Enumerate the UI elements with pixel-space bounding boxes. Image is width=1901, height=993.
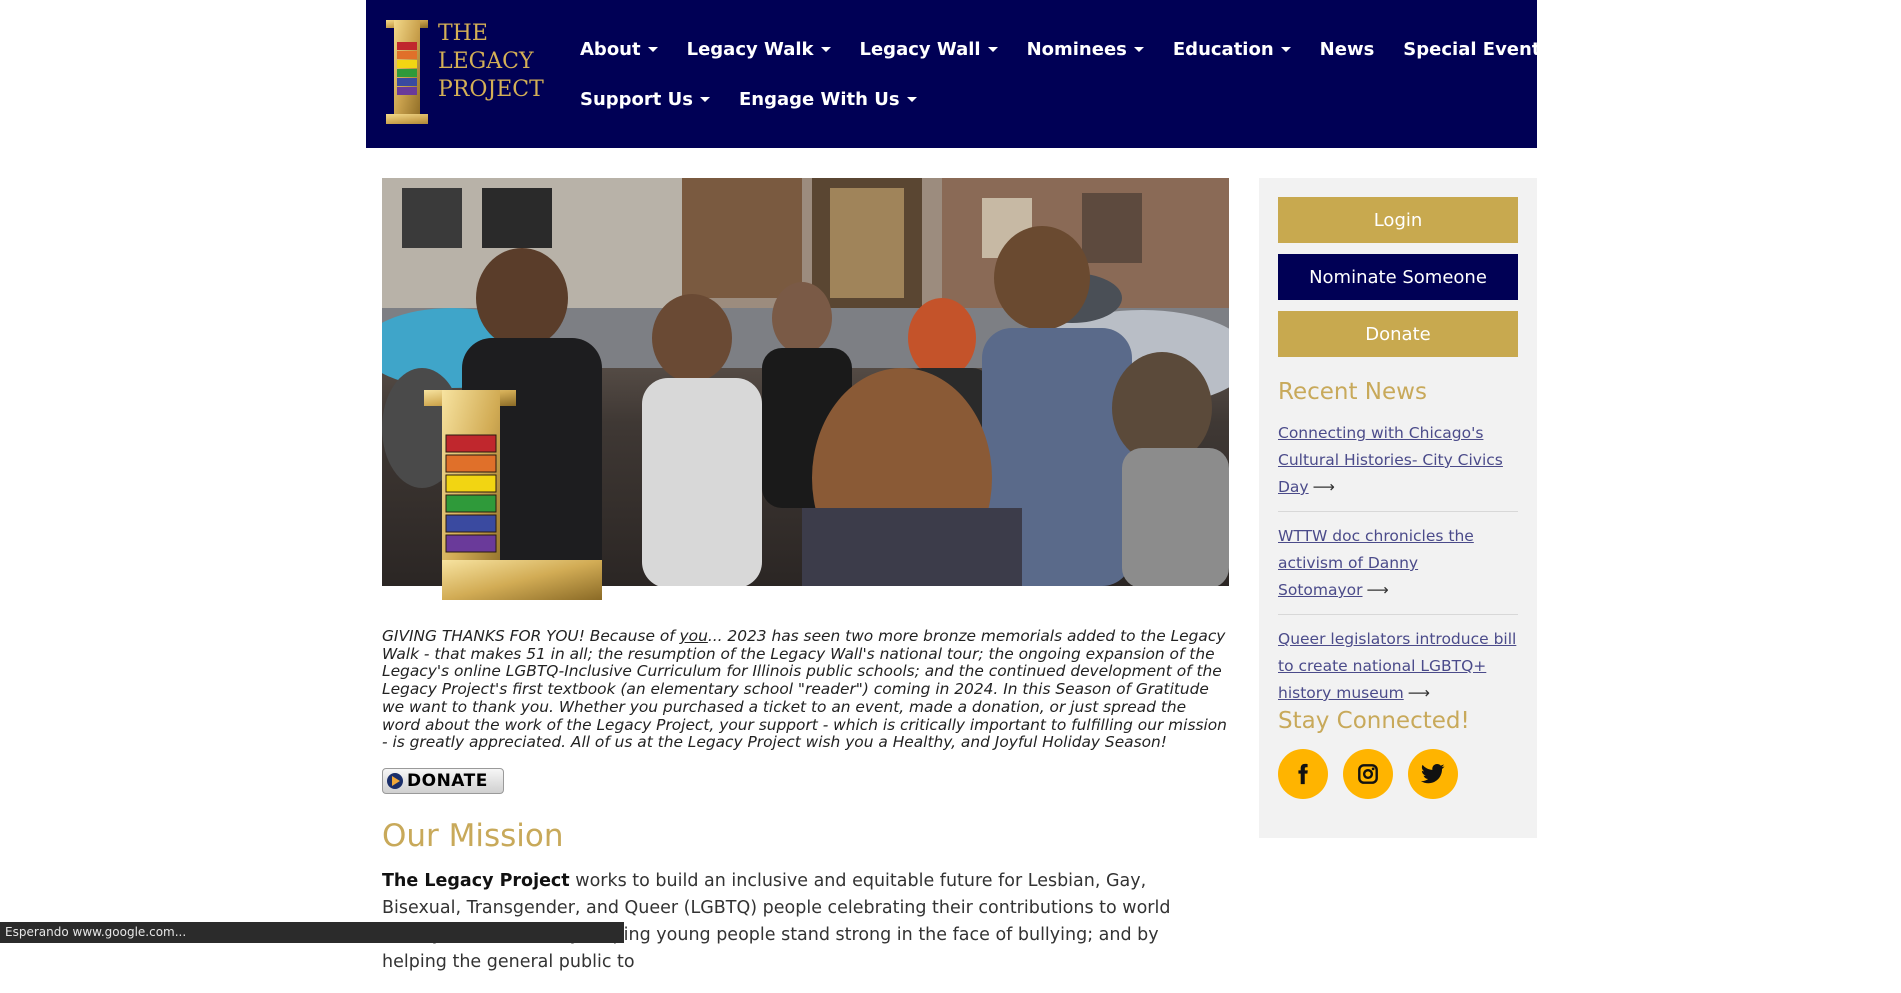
recent-news-list: Connecting with Chicago's Cultural Histo… bbox=[1278, 420, 1518, 728]
intro-suffix: ... 2023 has seen two more bronze memori… bbox=[382, 627, 1227, 752]
caret-down-icon bbox=[700, 96, 710, 102]
nav-support-us[interactable]: Support Us bbox=[580, 89, 710, 110]
recent-news-heading: Recent News bbox=[1278, 379, 1427, 405]
hero-legacy-l-logo-icon bbox=[424, 390, 602, 600]
arrow-right-icon: ⟶ bbox=[1366, 581, 1389, 599]
arrow-right-icon: ⟶ bbox=[1407, 684, 1430, 702]
caret-down-icon bbox=[906, 96, 917, 102]
arrow-right-icon: ⟶ bbox=[1312, 478, 1335, 496]
logo-line-project: PROJECT bbox=[438, 77, 544, 102]
nav-special-events[interactable]: Special Events bbox=[1403, 39, 1551, 60]
nav-education[interactable]: Education bbox=[1173, 39, 1291, 60]
nav-nominees[interactable]: Nominees bbox=[1027, 39, 1144, 60]
social-links bbox=[1278, 749, 1473, 799]
facebook-icon bbox=[1298, 763, 1308, 785]
hero-image bbox=[382, 178, 1229, 600]
browser-status-bar: Esperando www.google.com... bbox=[0, 922, 624, 943]
caret-down-icon bbox=[987, 46, 998, 52]
sidebar: Login Nominate Someone Donate Recent New… bbox=[1259, 178, 1537, 838]
legacy-l-mark-icon bbox=[386, 20, 472, 124]
intro-emphasis: you bbox=[679, 627, 708, 645]
news-link[interactable]: Queer legislators introduce bill to crea… bbox=[1278, 630, 1516, 702]
nav-row-2: Support Us Engage With Us bbox=[580, 74, 1510, 124]
caret-down-icon bbox=[647, 46, 658, 52]
news-item: Queer legislators introduce bill to crea… bbox=[1278, 626, 1518, 717]
legacy-project-logo[interactable]: THE LEGACY PROJECT bbox=[386, 20, 544, 124]
caret-down-icon bbox=[1280, 46, 1291, 52]
nav-about[interactable]: About bbox=[580, 39, 658, 60]
logo-wordmark: THE LEGACY PROJECT bbox=[438, 20, 544, 104]
nav-engage-with-us[interactable]: Engage With Us bbox=[739, 89, 917, 110]
nav-row-1: About Legacy Walk Legacy Wall Nominees E… bbox=[580, 24, 1551, 74]
donate-label: DONATE bbox=[407, 770, 488, 791]
news-link[interactable]: Connecting with Chicago's Cultural Histo… bbox=[1278, 424, 1503, 496]
donate-button[interactable]: Donate bbox=[1278, 311, 1518, 357]
twitter-button[interactable] bbox=[1408, 749, 1458, 799]
paypal-donate-button[interactable]: DONATE bbox=[382, 767, 504, 794]
logo-line-the: THE bbox=[438, 21, 488, 46]
instagram-button[interactable] bbox=[1343, 749, 1393, 799]
intro-prefix: GIVING THANKS FOR YOU! Because of bbox=[382, 627, 680, 645]
site-header: THE LEGACY PROJECT About Legacy Walk Leg… bbox=[366, 0, 1551, 148]
nav-legacy-walk[interactable]: Legacy Walk bbox=[687, 39, 831, 60]
main-nav: About Legacy Walk Legacy Wall Nominees E… bbox=[580, 24, 1551, 124]
nav-news[interactable]: News bbox=[1320, 39, 1375, 60]
stay-connected-heading: Stay Connected! bbox=[1278, 708, 1470, 734]
mission-heading: Our Mission bbox=[382, 817, 564, 854]
facebook-button[interactable] bbox=[1278, 749, 1328, 799]
play-icon bbox=[387, 772, 403, 789]
caret-down-icon bbox=[1133, 46, 1144, 52]
instagram-icon bbox=[1358, 764, 1378, 784]
caret-down-icon bbox=[820, 46, 831, 52]
nav-legacy-wall[interactable]: Legacy Wall bbox=[860, 39, 998, 60]
main-content: GIVING THANKS FOR YOU! Because of you...… bbox=[382, 178, 1229, 993]
news-item: WTTW doc chronicles the activism of Dann… bbox=[1278, 523, 1518, 615]
nominate-someone-button[interactable]: Nominate Someone bbox=[1278, 254, 1518, 300]
news-item: Connecting with Chicago's Cultural Histo… bbox=[1278, 420, 1518, 512]
mission-org-name: The Legacy Project bbox=[382, 870, 570, 891]
login-button[interactable]: Login bbox=[1278, 197, 1518, 243]
logo-line-legacy: LEGACY bbox=[438, 49, 534, 74]
holiday-message: GIVING THANKS FOR YOU! Because of you...… bbox=[382, 627, 1229, 752]
twitter-icon bbox=[1421, 764, 1445, 784]
